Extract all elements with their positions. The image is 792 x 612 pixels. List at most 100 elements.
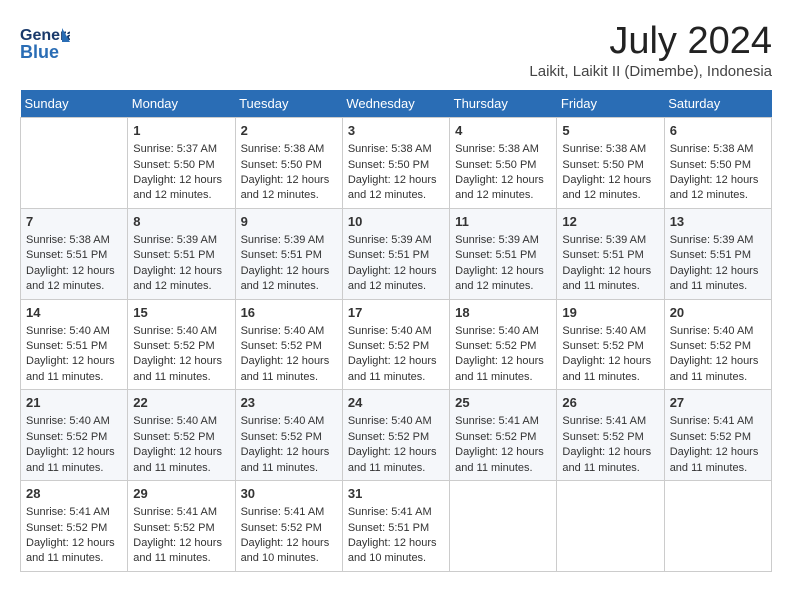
day-info: and 11 minutes. — [670, 279, 766, 294]
day-info: Daylight: 12 hours — [562, 173, 658, 188]
calendar-cell: 18Sunrise: 5:40 AMSunset: 5:52 PMDayligh… — [450, 299, 557, 390]
logo-icon: General Blue — [20, 20, 70, 65]
day-info: and 12 minutes. — [455, 188, 551, 203]
day-number: 27 — [670, 394, 766, 412]
day-info: Daylight: 12 hours — [26, 536, 122, 551]
day-info: Sunrise: 5:39 AM — [133, 233, 229, 248]
calendar-cell: 21Sunrise: 5:40 AMSunset: 5:52 PMDayligh… — [21, 390, 128, 481]
day-info: Daylight: 12 hours — [133, 354, 229, 369]
day-info: Sunset: 5:50 PM — [562, 158, 658, 173]
calendar-cell: 13Sunrise: 5:39 AMSunset: 5:51 PMDayligh… — [664, 208, 771, 299]
day-info: Sunrise: 5:38 AM — [348, 142, 444, 157]
day-info: and 12 minutes. — [26, 279, 122, 294]
day-info: Sunset: 5:52 PM — [133, 430, 229, 445]
day-number: 23 — [241, 394, 337, 412]
day-info: Sunset: 5:52 PM — [133, 521, 229, 536]
day-number: 8 — [133, 213, 229, 231]
day-info: Sunrise: 5:40 AM — [241, 324, 337, 339]
day-info: Sunrise: 5:40 AM — [133, 414, 229, 429]
day-info: Daylight: 12 hours — [455, 445, 551, 460]
day-info: Sunset: 5:50 PM — [670, 158, 766, 173]
day-number: 19 — [562, 304, 658, 322]
calendar-cell: 7Sunrise: 5:38 AMSunset: 5:51 PMDaylight… — [21, 208, 128, 299]
day-info: Sunrise: 5:38 AM — [670, 142, 766, 157]
day-info: Sunrise: 5:41 AM — [562, 414, 658, 429]
calendar-cell: 22Sunrise: 5:40 AMSunset: 5:52 PMDayligh… — [128, 390, 235, 481]
day-info: Sunrise: 5:41 AM — [348, 505, 444, 520]
calendar-cell: 4Sunrise: 5:38 AMSunset: 5:50 PMDaylight… — [450, 118, 557, 209]
day-info: Daylight: 12 hours — [133, 264, 229, 279]
day-info: Sunset: 5:51 PM — [241, 248, 337, 263]
calendar-cell: 10Sunrise: 5:39 AMSunset: 5:51 PMDayligh… — [342, 208, 449, 299]
day-info: Sunset: 5:52 PM — [241, 430, 337, 445]
day-number: 24 — [348, 394, 444, 412]
day-info: Sunset: 5:52 PM — [455, 339, 551, 354]
day-info: Sunrise: 5:41 AM — [670, 414, 766, 429]
day-number: 26 — [562, 394, 658, 412]
calendar-cell: 9Sunrise: 5:39 AMSunset: 5:51 PMDaylight… — [235, 208, 342, 299]
day-info: Daylight: 12 hours — [241, 445, 337, 460]
title-area: July 2024 Laikit, Laikit II (Dimembe), I… — [529, 20, 772, 80]
day-info: Sunset: 5:50 PM — [455, 158, 551, 173]
day-info: Daylight: 12 hours — [26, 264, 122, 279]
calendar-cell: 3Sunrise: 5:38 AMSunset: 5:50 PMDaylight… — [342, 118, 449, 209]
calendar-cell: 16Sunrise: 5:40 AMSunset: 5:52 PMDayligh… — [235, 299, 342, 390]
day-number: 22 — [133, 394, 229, 412]
day-number: 31 — [348, 485, 444, 503]
day-number: 15 — [133, 304, 229, 322]
column-header-sunday: Sunday — [21, 90, 128, 118]
day-info: and 11 minutes. — [348, 461, 444, 476]
day-number: 13 — [670, 213, 766, 231]
day-info: Sunset: 5:51 PM — [455, 248, 551, 263]
day-info: Sunset: 5:51 PM — [348, 521, 444, 536]
day-info: Daylight: 12 hours — [26, 445, 122, 460]
calendar-cell: 29Sunrise: 5:41 AMSunset: 5:52 PMDayligh… — [128, 481, 235, 572]
day-info: and 10 minutes. — [348, 551, 444, 566]
day-number: 25 — [455, 394, 551, 412]
day-info: Sunset: 5:51 PM — [26, 339, 122, 354]
day-info: Sunset: 5:51 PM — [562, 248, 658, 263]
day-info: Daylight: 12 hours — [348, 445, 444, 460]
day-number: 1 — [133, 122, 229, 140]
day-info: Sunrise: 5:38 AM — [562, 142, 658, 157]
day-info: Daylight: 12 hours — [133, 173, 229, 188]
day-info: Daylight: 12 hours — [670, 354, 766, 369]
day-info: and 11 minutes. — [241, 370, 337, 385]
day-info: and 11 minutes. — [670, 370, 766, 385]
day-info: Daylight: 12 hours — [670, 445, 766, 460]
day-info: Sunrise: 5:41 AM — [26, 505, 122, 520]
week-row-4: 21Sunrise: 5:40 AMSunset: 5:52 PMDayligh… — [21, 390, 772, 481]
day-info: and 12 minutes. — [133, 279, 229, 294]
day-info: Sunset: 5:52 PM — [562, 339, 658, 354]
day-info: Sunset: 5:52 PM — [348, 339, 444, 354]
calendar-cell: 8 Sunrise: 5:39 AMSunset: 5:51 PMDaylight… — [128, 208, 235, 299]
day-info: Daylight: 12 hours — [562, 354, 658, 369]
day-info: and 11 minutes. — [133, 551, 229, 566]
day-number: 30 — [241, 485, 337, 503]
day-info: and 11 minutes. — [455, 370, 551, 385]
day-info: Sunrise: 5:39 AM — [562, 233, 658, 248]
day-info: Sunset: 5:50 PM — [348, 158, 444, 173]
day-info: Sunset: 5:51 PM — [133, 248, 229, 263]
day-info: Daylight: 12 hours — [241, 536, 337, 551]
day-info: Sunrise: 5:37 AM — [133, 142, 229, 157]
day-number: 2 — [241, 122, 337, 140]
day-info: Sunset: 5:52 PM — [241, 339, 337, 354]
day-number: 7 — [26, 213, 122, 231]
subtitle: Laikit, Laikit II (Dimembe), Indonesia — [529, 63, 772, 80]
calendar-cell: 31Sunrise: 5:41 AMSunset: 5:51 PMDayligh… — [342, 481, 449, 572]
calendar-cell — [21, 118, 128, 209]
day-info: and 11 minutes. — [26, 551, 122, 566]
calendar-cell: 20Sunrise: 5:40 AMSunset: 5:52 PMDayligh… — [664, 299, 771, 390]
day-number: 14 — [26, 304, 122, 322]
day-info: and 11 minutes. — [241, 461, 337, 476]
day-info: Sunset: 5:52 PM — [26, 430, 122, 445]
calendar-cell: 30Sunrise: 5:41 AMSunset: 5:52 PMDayligh… — [235, 481, 342, 572]
calendar-cell: 12Sunrise: 5:39 AMSunset: 5:51 PMDayligh… — [557, 208, 664, 299]
day-info: Sunset: 5:52 PM — [348, 430, 444, 445]
day-info: and 11 minutes. — [670, 461, 766, 476]
calendar-cell: 6Sunrise: 5:38 AMSunset: 5:50 PMDaylight… — [664, 118, 771, 209]
day-info: Daylight: 12 hours — [562, 445, 658, 460]
day-info: Sunset: 5:50 PM — [241, 158, 337, 173]
calendar-cell: 27Sunrise: 5:41 AMSunset: 5:52 PMDayligh… — [664, 390, 771, 481]
